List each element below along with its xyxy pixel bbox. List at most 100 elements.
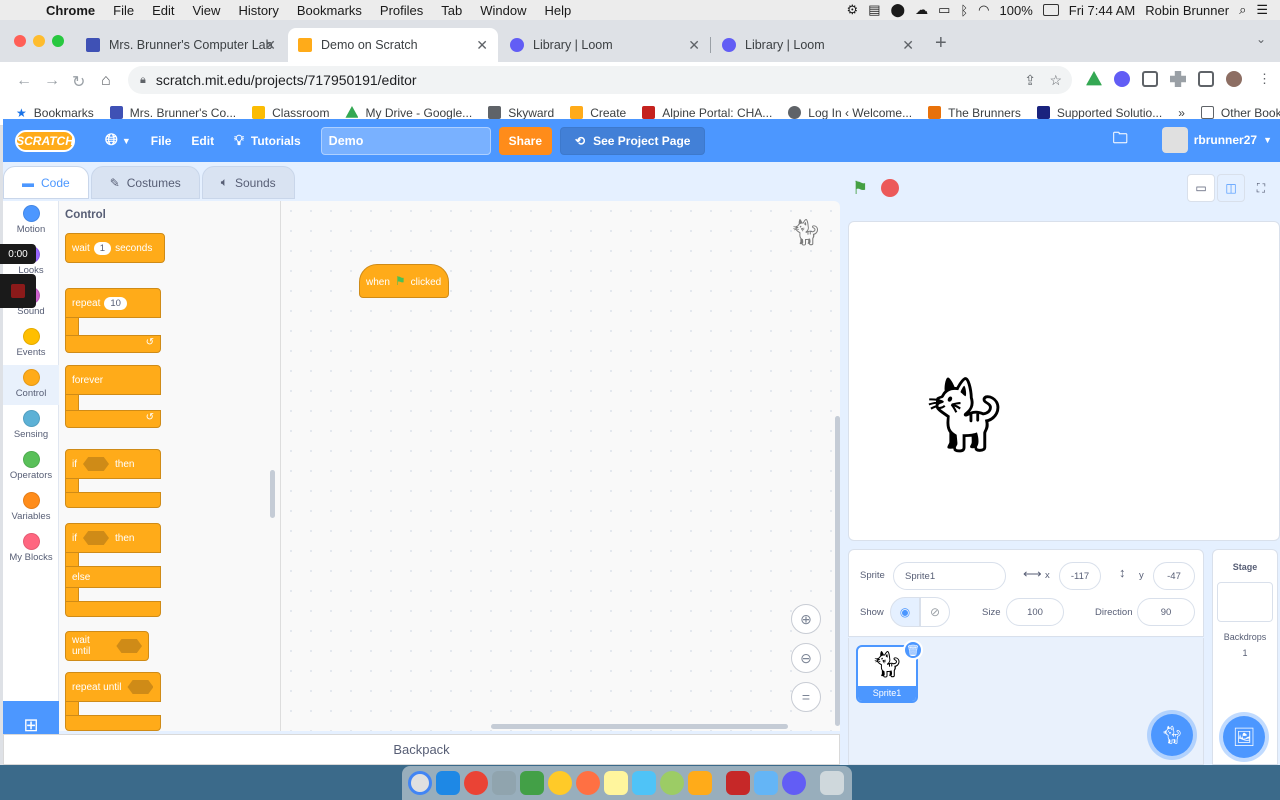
facetime-dock-icon[interactable] xyxy=(520,771,544,795)
new-tab-button[interactable]: + xyxy=(935,32,947,55)
category-sensing[interactable]: Sensing xyxy=(3,406,59,446)
image-dock-icon[interactable] xyxy=(754,771,778,795)
menu-history[interactable]: History xyxy=(229,3,287,18)
workspace-horizontal-scrollbar[interactable] xyxy=(491,724,788,729)
tab-search-icon[interactable]: ⌄ xyxy=(1256,32,1266,46)
repeat-value-input[interactable]: 10 xyxy=(104,296,127,310)
browser-tab-loom-1[interactable]: Library | Loom ✕ xyxy=(500,28,711,62)
dictionary-dock-icon[interactable] xyxy=(726,771,750,795)
firefox-dock-icon[interactable] xyxy=(576,771,600,795)
wait-value-input[interactable]: 1 xyxy=(93,241,112,255)
fullscreen-button[interactable]: ⛶ xyxy=(1247,174,1275,202)
category-motion[interactable]: Motion xyxy=(3,201,59,241)
bookmark-item[interactable]: Alpine Portal: CHA... xyxy=(634,106,780,120)
finder-dock-icon[interactable] xyxy=(436,771,460,795)
choose-sprite-button[interactable]: 🐈︎ xyxy=(1151,714,1193,756)
home-icon[interactable]: ⌂ xyxy=(101,72,111,90)
close-window-button[interactable] xyxy=(14,35,26,47)
browser-tab-computer-lab[interactable]: Mrs. Brunner's Computer Lab ✕ xyxy=(76,28,286,62)
bookmark-item[interactable]: ★ Bookmarks xyxy=(0,106,102,120)
shield-status-icon[interactable]: ⬤ xyxy=(891,2,906,18)
clock[interactable]: Fri 7:44 AM xyxy=(1069,3,1135,18)
zoom-out-button[interactable]: ⊖ xyxy=(791,643,821,673)
menu-app-chrome[interactable]: Chrome xyxy=(40,3,104,18)
code-workspace[interactable]: when ⚑ clicked 🐈︎ ⊕ ⊖ = xyxy=(281,201,840,731)
lock-icon[interactable]: 🔒︎ xyxy=(140,74,146,87)
menu-edit[interactable]: Edit xyxy=(143,3,183,18)
battery-icon[interactable] xyxy=(1042,4,1059,16)
share-page-icon[interactable]: ⇪ xyxy=(1024,72,1036,89)
loom-extension-icon[interactable] xyxy=(1114,71,1130,87)
stage[interactable]: 🐈︎ xyxy=(848,221,1280,541)
display-status-icon[interactable]: ▭ xyxy=(938,2,950,18)
browser-tab-loom-2[interactable]: Library | Loom ✕ xyxy=(712,28,924,62)
backpack[interactable]: Backpack xyxy=(3,734,840,765)
menu-window[interactable]: Window xyxy=(471,3,535,18)
preview-dock-icon[interactable] xyxy=(632,771,656,795)
direction-input[interactable]: 90 xyxy=(1137,598,1195,626)
wait-until-block[interactable]: wait until xyxy=(65,631,149,661)
launchpad-dock-icon[interactable] xyxy=(492,771,516,795)
spotlight-search-icon[interactable]: ⌕ xyxy=(1239,2,1246,18)
bookmark-item[interactable]: Classroom xyxy=(244,106,337,120)
chrome-alt-dock-icon[interactable] xyxy=(464,771,488,795)
reload-icon[interactable]: ↻ xyxy=(72,72,85,92)
scratch-cat-sprite[interactable]: 🐈︎ xyxy=(917,372,1011,459)
if-then-else-block[interactable]: if then xyxy=(65,523,161,553)
scratch-dock-icon[interactable] xyxy=(688,771,712,795)
profile-avatar[interactable] xyxy=(1226,71,1242,87)
bookmarks-overflow-button[interactable]: » xyxy=(1170,106,1193,120)
zoom-in-button[interactable]: ⊕ xyxy=(791,604,821,634)
sprite-name-input[interactable]: Sprite1 xyxy=(893,562,1006,590)
tutorials-button[interactable]: 💡︎ Tutorials xyxy=(224,119,311,162)
bookmark-item[interactable]: Create xyxy=(562,106,634,120)
tab-code[interactable]: ▬ Code xyxy=(3,166,89,199)
address-bar[interactable]: 🔒︎ scratch.mit.edu/projects/717950191/ed… xyxy=(128,66,1072,94)
bluetooth-icon[interactable]: ᛒ xyxy=(960,3,968,18)
bookmark-star-icon[interactable]: ☆ xyxy=(1049,72,1062,89)
language-menu[interactable]: 🌐︎ ▼ xyxy=(95,119,141,162)
file-menu[interactable]: File xyxy=(141,119,182,162)
clipboard-status-icon[interactable]: ▤ xyxy=(868,2,880,18)
palette-scrollbar[interactable] xyxy=(270,470,275,518)
zoom-window-button[interactable] xyxy=(52,35,64,47)
category-events[interactable]: Events xyxy=(3,324,59,364)
bookmark-item[interactable]: My Drive - Google... xyxy=(337,106,480,120)
scratch-logo[interactable]: SCRATCH xyxy=(15,129,75,152)
google-drive-extension-icon[interactable] xyxy=(1086,71,1102,86)
large-stage-button[interactable]: ◫ xyxy=(1217,174,1245,202)
category-variables[interactable]: Variables xyxy=(3,488,59,528)
tab-sounds[interactable]: 🔈︎ Sounds xyxy=(201,166,295,199)
menu-profiles[interactable]: Profiles xyxy=(371,3,432,18)
menu-bookmarks[interactable]: Bookmarks xyxy=(288,3,371,18)
loom-dock-icon[interactable] xyxy=(782,771,806,795)
bookmark-item[interactable]: Supported Solutio... xyxy=(1029,106,1170,120)
workspace-vertical-scrollbar[interactable] xyxy=(835,416,840,726)
account-menu[interactable]: 🗀︎ rbrunner27 ▼ xyxy=(1113,127,1272,153)
zoom-reset-button[interactable]: = xyxy=(791,682,821,712)
stage-thumbnail[interactable] xyxy=(1217,582,1273,622)
category-operators[interactable]: Operators xyxy=(3,447,59,487)
back-icon[interactable]: ← xyxy=(16,72,32,90)
choose-backdrop-button[interactable]: 🖼︎ xyxy=(1223,716,1265,758)
minimize-window-button[interactable] xyxy=(33,35,45,47)
sync-dock-icon[interactable] xyxy=(660,771,684,795)
bookmark-item[interactable]: Skyward xyxy=(480,106,562,120)
stage-target-pane[interactable]: Stage Backdrops 1 🖼︎ xyxy=(1212,549,1278,765)
other-bookmarks[interactable]: Other Bookmarks xyxy=(1193,106,1280,120)
photos-dock-icon[interactable] xyxy=(548,771,572,795)
bookmark-item[interactable]: The Brunners xyxy=(920,106,1029,120)
bookmark-item[interactable]: Log In ‹ Welcome... xyxy=(780,106,920,120)
condition-slot[interactable] xyxy=(83,531,109,545)
chrome-menu-icon[interactable]: ⋮ xyxy=(1258,71,1271,87)
see-project-page-button[interactable]: ⟲ See Project Page xyxy=(560,126,706,155)
bookmark-item[interactable]: Mrs. Brunner's Co... xyxy=(102,106,244,120)
wifi-icon[interactable]: ◠ xyxy=(978,2,989,18)
green-flag-button[interactable]: ⚑ xyxy=(852,178,868,199)
small-stage-button[interactable]: ▭ xyxy=(1187,174,1215,202)
cloud-status-icon[interactable]: ☁ xyxy=(915,2,928,18)
close-tab-icon[interactable]: ✕ xyxy=(264,37,276,54)
menu-help[interactable]: Help xyxy=(536,3,581,18)
recording-stop-button[interactable] xyxy=(0,274,36,308)
menu-file[interactable]: File xyxy=(104,3,143,18)
